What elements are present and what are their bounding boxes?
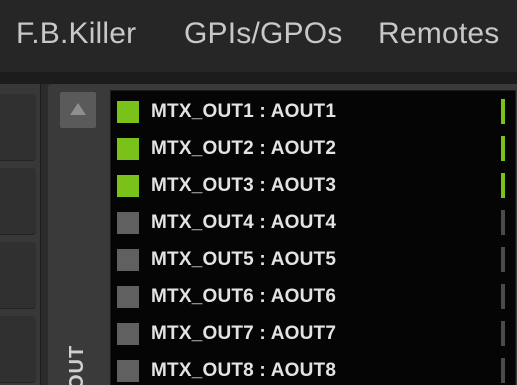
output-label: MTX_OUT1 : AOUT1 (151, 101, 337, 122)
status-square-icon (117, 286, 139, 308)
output-row[interactable]: MTX_OUT6 : AOUT6 (111, 278, 515, 315)
tab-gpis-gpos[interactable]: GPIs/GPOs (184, 14, 343, 54)
output-label: MTX_OUT8 : AOUT8 (151, 360, 337, 381)
output-label: MTX_OUT2 : AOUT2 (151, 138, 337, 159)
output-row[interactable]: MTX_OUT7 : AOUT7 (111, 315, 515, 352)
output-row[interactable]: MTX_OUT5 : AOUT5 (111, 241, 515, 278)
status-square-icon (117, 212, 139, 234)
output-row[interactable]: MTX_OUT3 : AOUT3 (111, 167, 515, 204)
app-window: F.B.Killer GPIs/GPOs Remotes OUTPUTS MTX… (0, 0, 517, 385)
scroll-up-icon[interactable] (60, 92, 96, 128)
left-panel-slot[interactable] (0, 316, 36, 383)
output-label: MTX_OUT7 : AOUT7 (151, 323, 337, 344)
left-panel-slot[interactable] (0, 168, 36, 235)
tab-remotes[interactable]: Remotes (378, 14, 499, 54)
level-meter (501, 358, 505, 383)
left-panel-slot[interactable] (0, 94, 36, 161)
level-meter (501, 210, 505, 235)
level-meter (501, 321, 505, 346)
level-meter (501, 284, 505, 309)
output-label: MTX_OUT4 : AOUT4 (151, 212, 337, 233)
status-square-icon (117, 360, 139, 382)
tab-bar: F.B.Killer GPIs/GPOs Remotes (0, 0, 517, 72)
output-row[interactable]: MTX_OUT4 : AOUT4 (111, 204, 515, 241)
outputs-vertical-label: OUTPUTS (62, 346, 98, 385)
outputs-panel: OUTPUTS MTX_OUT1 : AOUT1 MTX_OUT2 : AOUT2… (48, 84, 517, 385)
tab-divider (0, 72, 517, 84)
tab-fb-killer[interactable]: F.B.Killer (16, 14, 136, 54)
outputs-list[interactable]: MTX_OUT1 : AOUT1 MTX_OUT2 : AOUT2 MTX_OUT3… (110, 90, 516, 385)
left-panel (0, 84, 41, 385)
output-row[interactable]: MTX_OUT8 : AOUT8 (111, 352, 515, 385)
output-label: MTX_OUT3 : AOUT3 (151, 175, 337, 196)
level-meter (501, 173, 505, 198)
status-square-icon (117, 175, 139, 197)
output-row[interactable]: MTX_OUT1 : AOUT1 (111, 93, 515, 130)
level-meter (501, 247, 505, 272)
level-meter (501, 99, 505, 124)
status-square-icon (117, 138, 139, 160)
output-row[interactable]: MTX_OUT2 : AOUT2 (111, 130, 515, 167)
output-label: MTX_OUT5 : AOUT5 (151, 249, 337, 270)
outputs-label-text: OUTPUTS (66, 346, 89, 385)
status-square-icon (117, 101, 139, 123)
left-panel-slot[interactable] (0, 242, 36, 309)
output-label: MTX_OUT6 : AOUT6 (151, 286, 337, 307)
status-square-icon (117, 249, 139, 271)
status-square-icon (117, 323, 139, 345)
level-meter (501, 136, 505, 161)
